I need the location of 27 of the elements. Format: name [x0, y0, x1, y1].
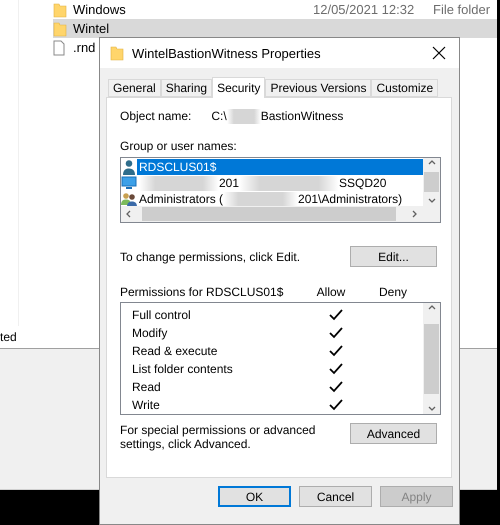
object-path-text: BastionWitness — [260, 109, 344, 123]
group-name-text: RDSCLUS01$ — [139, 159, 216, 175]
group-name-text: 201\Administrators) — [298, 191, 402, 206]
column-header: Deny — [378, 285, 408, 299]
object-name-label: Object name: — [120, 109, 192, 123]
advanced-hint: For special permissions or advanced settings, click Advanced. — [120, 423, 316, 451]
group-name-text: Administrators ( — [139, 191, 224, 206]
permission-name: List folder contents — [132, 362, 234, 376]
group-name-text: 201 — [219, 175, 240, 191]
permission-name: Modify — [132, 326, 168, 340]
file-name: Windows — [73, 2, 126, 17]
object-path-text: C:\ — [211, 109, 227, 123]
edit-hint: To change permissions, click Edit. — [120, 250, 302, 264]
column-header: Allow — [316, 285, 346, 299]
group-label: Group or user names: — [120, 139, 238, 153]
file-type: File folder — [433, 2, 490, 17]
file-date: 12/05/2021 12:32 — [313, 2, 414, 17]
permissions-label: Permissions for RDSCLUS01$ — [120, 285, 284, 299]
permission-name: Write — [132, 398, 161, 412]
permission-name: Read & execute — [132, 344, 218, 358]
window-title: WintelBastionWitness Properties — [132, 46, 322, 60]
group-name-text: SSQD20 — [339, 175, 386, 191]
permission-name: Read — [132, 380, 162, 394]
permission-name: Full control — [132, 308, 192, 322]
file-name: .rnd — [73, 40, 96, 55]
file-name: Wintel — [73, 21, 110, 36]
status-text: ted — [0, 330, 17, 344]
